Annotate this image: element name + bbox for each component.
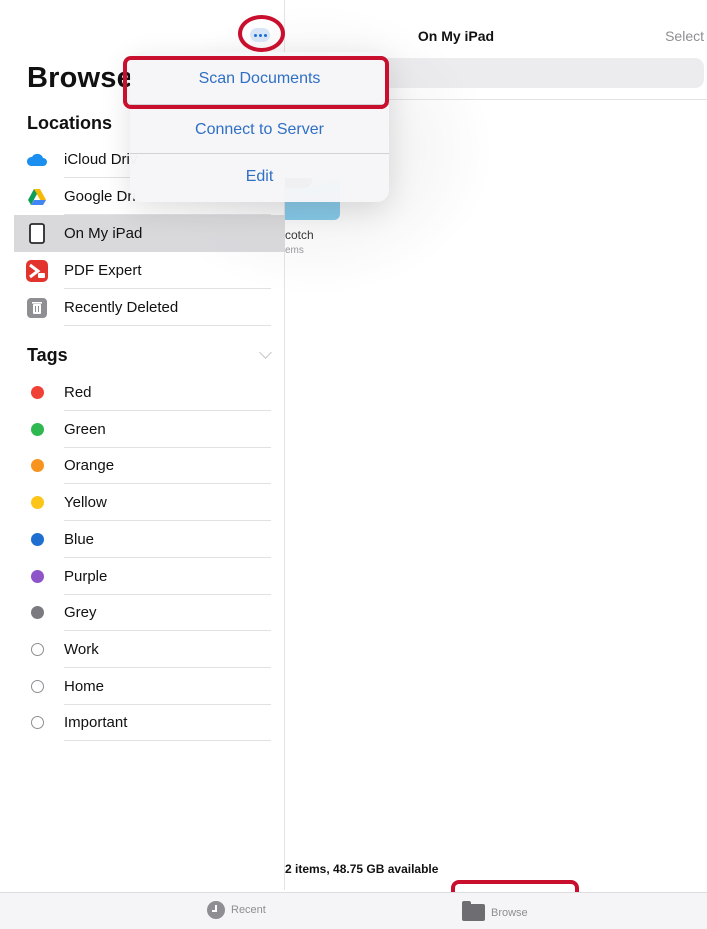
empty-circle-icon	[26, 639, 48, 661]
tag-item-important[interactable]: Important	[14, 704, 285, 741]
tags-heading: Tags	[27, 345, 68, 365]
tag-item-green[interactable]: Green	[14, 411, 285, 448]
folder-icon	[462, 901, 485, 921]
sidebar-item-pdf-expert[interactable]: PDF Expert	[14, 252, 285, 289]
sidebar-item-recently-deleted[interactable]: Recently Deleted	[14, 289, 285, 326]
tag-item-blue[interactable]: Blue	[14, 521, 285, 558]
sidebar-item-label: iCloud Driv	[64, 151, 138, 168]
tag-item-red[interactable]: Red	[14, 374, 285, 411]
green-dot-icon	[26, 419, 48, 441]
tag-label: Work	[64, 641, 99, 658]
tag-label: Home	[64, 678, 105, 695]
page-title: On My iPad	[417, 28, 495, 44]
select-button[interactable]: Select	[665, 28, 704, 44]
tag-item-orange[interactable]: Orange	[14, 447, 285, 484]
trash-icon	[26, 297, 48, 319]
blue-dot-icon	[26, 529, 48, 551]
highlight-scan-documents	[123, 56, 389, 109]
ipad-icon	[26, 223, 48, 245]
tag-item-home[interactable]: Home	[14, 668, 285, 705]
tag-label: Orange	[64, 457, 115, 474]
orange-dot-icon	[26, 455, 48, 477]
clock-icon	[207, 901, 225, 919]
purple-dot-icon	[26, 566, 48, 588]
tag-label: Red	[64, 384, 92, 401]
folder-item-count: ems	[285, 245, 304, 256]
tag-label: Yellow	[64, 494, 107, 511]
sidebar-item-on-my-ipad[interactable]: On My iPad	[14, 215, 285, 252]
sidebar-item-label: Google Dri	[64, 188, 136, 205]
tag-item-work[interactable]: Work	[14, 631, 285, 668]
tab-bar: Recent Browse	[0, 892, 707, 929]
tag-label: Grey	[64, 604, 97, 621]
browse-title: Browse	[27, 62, 133, 94]
highlight-more-button	[238, 15, 285, 52]
storage-status: 2 items, 48.75 GB available	[285, 862, 439, 876]
tab-recent[interactable]: Recent	[207, 901, 266, 919]
tab-label: Browse	[491, 906, 528, 919]
sidebar-item-label: PDF Expert	[64, 262, 142, 279]
tag-item-purple[interactable]: Purple	[14, 558, 285, 595]
yellow-dot-icon	[26, 492, 48, 514]
red-dot-icon	[26, 382, 48, 404]
tag-item-yellow[interactable]: Yellow	[14, 484, 285, 521]
tag-label: Blue	[64, 531, 95, 548]
connect-to-server-item[interactable]: Connect to Server	[130, 105, 389, 155]
locations-heading: Locations	[27, 113, 113, 133]
grey-dot-icon	[26, 602, 48, 624]
folder-name[interactable]: cotch	[285, 228, 314, 242]
sidebar-item-label: Recently Deleted	[64, 299, 179, 316]
icloud-drive-icon	[26, 149, 48, 171]
empty-circle-icon	[26, 712, 48, 734]
tab-label: Recent	[231, 904, 266, 916]
tag-item-grey[interactable]: Grey	[14, 594, 285, 631]
tab-browse[interactable]: Browse	[462, 901, 528, 921]
tag-label: Important	[64, 714, 128, 731]
chevron-down-icon[interactable]	[259, 346, 272, 359]
empty-circle-icon	[26, 676, 48, 698]
tag-label: Purple	[64, 568, 108, 585]
sidebar-item-label: On My iPad	[64, 225, 143, 242]
tag-label: Green	[64, 421, 106, 438]
pdf-expert-icon	[26, 259, 48, 282]
google-drive-icon	[26, 186, 48, 208]
edit-item[interactable]: Edit	[130, 152, 389, 202]
